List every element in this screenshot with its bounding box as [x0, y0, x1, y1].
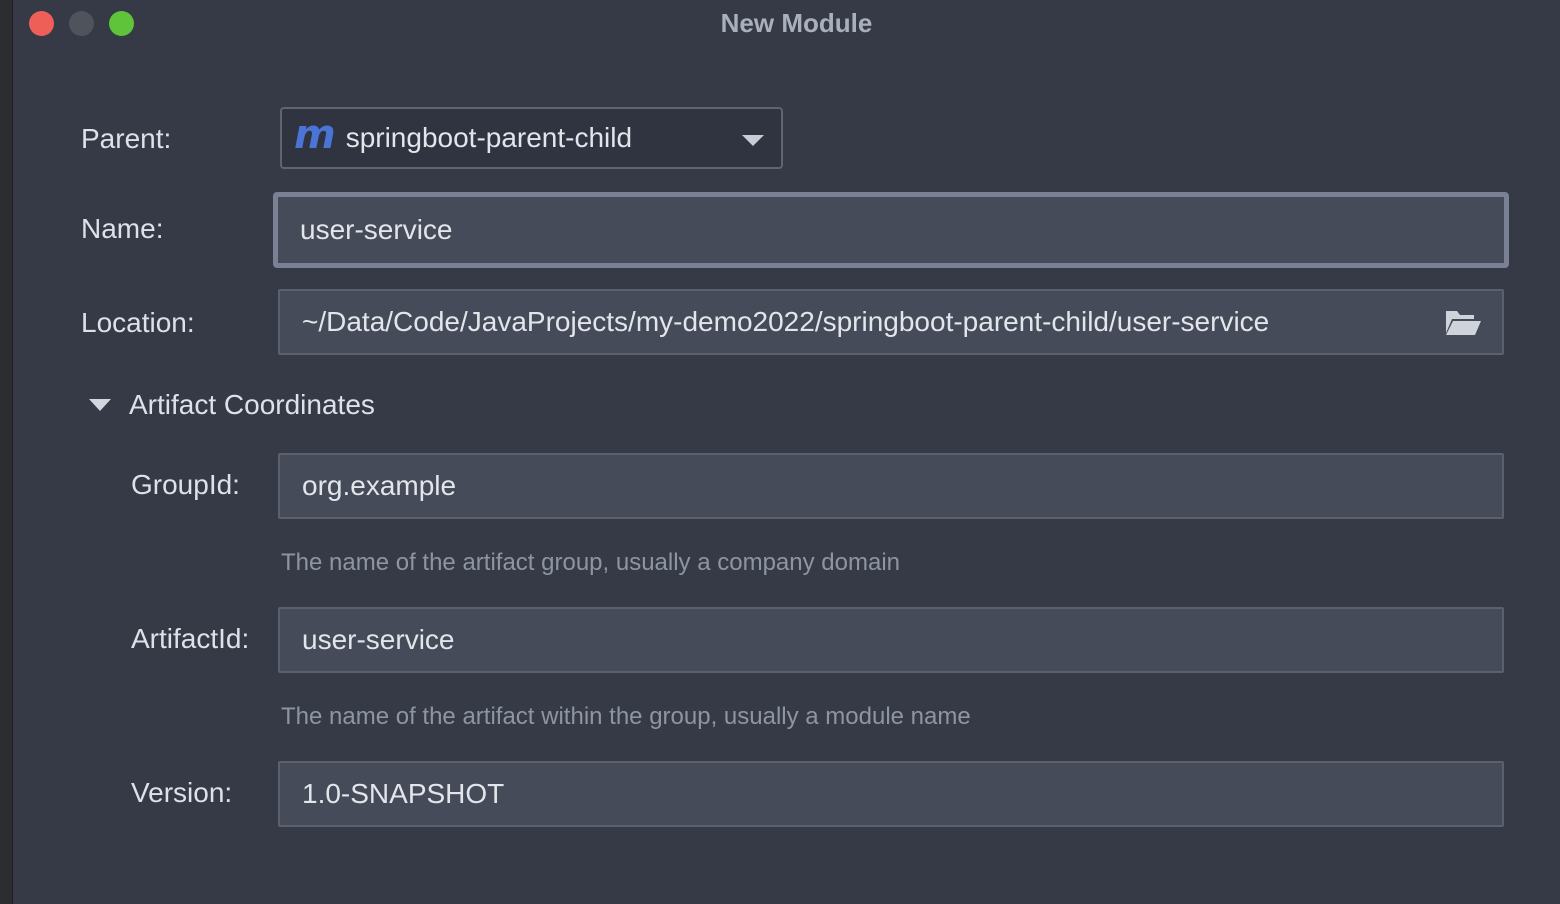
location-input-value: ~/Data/Code/JavaProjects/my-demo2022/spr… [302, 306, 1270, 337]
artifactid-input[interactable]: user-service [278, 607, 1504, 673]
artifactid-input-value: user-service [302, 624, 455, 655]
parent-label: Parent: [81, 123, 172, 154]
version-input-value: 1.0-SNAPSHOT [302, 778, 505, 809]
background-window-edge [0, 0, 12, 904]
location-input[interactable]: ~/Data/Code/JavaProjects/my-demo2022/spr… [278, 289, 1504, 355]
version-input[interactable]: 1.0-SNAPSHOT [278, 761, 1504, 827]
folder-open-icon[interactable] [1444, 307, 1482, 337]
dialog-title: New Module [720, 8, 873, 38]
artifact-coordinates-header[interactable]: Artifact Coordinates [129, 389, 375, 421]
title-bar: New Module [13, 0, 1560, 46]
maven-icon: m [294, 112, 336, 158]
groupid-hint: The name of the artifact group, usually … [281, 549, 901, 576]
artifactid-label: ArtifactId: [131, 623, 250, 654]
name-label: Name: [81, 213, 164, 244]
name-input-value: user-service [300, 214, 453, 245]
version-label: Version: [131, 777, 233, 808]
new-module-dialog: New Module Parent: m springboot-parent-c… [12, 0, 1560, 904]
artifactid-hint: The name of the artifact within the grou… [281, 703, 971, 730]
chevron-down-icon[interactable] [742, 135, 764, 146]
groupid-input-value: org.example [302, 470, 457, 501]
parent-dropdown[interactable]: m springboot-parent-child [280, 107, 783, 169]
location-label: Location: [81, 307, 195, 338]
name-input[interactable]: user-service [273, 192, 1509, 268]
parent-selected-value: springboot-parent-child [345, 122, 633, 153]
groupid-input[interactable]: org.example [278, 453, 1504, 519]
collapse-arrow-icon[interactable] [89, 399, 111, 411]
groupid-label: GroupId: [131, 469, 240, 500]
